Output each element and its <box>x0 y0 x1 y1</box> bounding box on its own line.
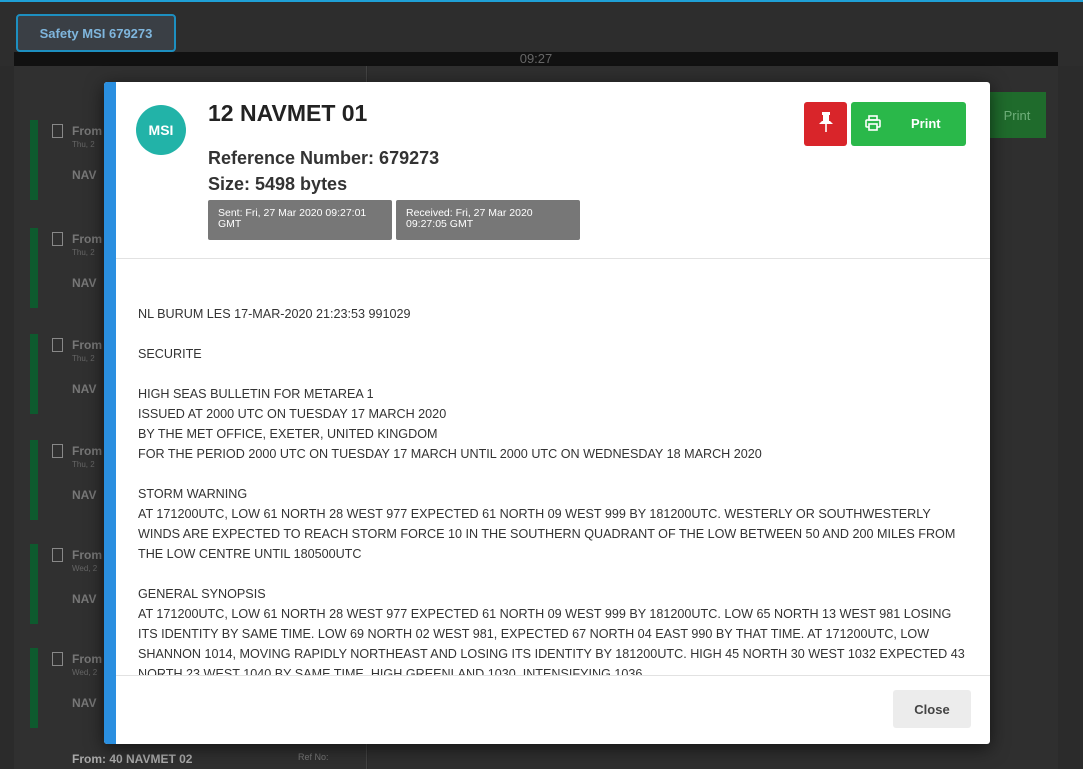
body-paragraph: GENERAL SYNOPSIS AT 171200UTC, LOW 61 NO… <box>138 587 965 676</box>
list-item-from: From <box>72 338 102 352</box>
status-bar <box>30 334 38 414</box>
msi-message-modal: MSI 12 NAVMET 01 Reference Number: 67927… <box>104 82 990 744</box>
list-item-title: NAV <box>72 276 97 290</box>
document-icon <box>52 444 63 458</box>
list-item-from: From <box>72 652 102 666</box>
received-timestamp-badge: Received: Fri, 27 Mar 2020 09:27:05 GMT <box>396 200 580 240</box>
pin-button[interactable] <box>804 102 847 146</box>
pin-icon <box>818 111 833 137</box>
message-body[interactable]: NL BURUM LES 17-MAR-2020 21:23:53 991029… <box>138 304 968 676</box>
list-item-title: NAV <box>72 488 97 502</box>
sent-timestamp-badge: Sent: Fri, 27 Mar 2020 09:27:01 GMT <box>208 200 392 240</box>
list-item-from: From <box>72 124 102 138</box>
status-bar <box>30 544 38 624</box>
list-item-date: Thu, 2 <box>72 248 95 257</box>
status-bar <box>30 648 38 728</box>
list-item-ref: Ref No: <box>298 752 329 762</box>
divider <box>116 675 990 676</box>
divider <box>116 258 990 259</box>
body-paragraph: STORM WARNING AT 171200UTC, LOW 61 NORTH… <box>138 487 956 561</box>
document-icon <box>52 548 63 562</box>
document-icon <box>52 232 63 246</box>
status-bar <box>30 440 38 520</box>
background-print-button[interactable]: Print <box>988 92 1046 138</box>
printer-icon <box>865 115 881 134</box>
list-item-from: From <box>72 444 102 458</box>
page-title: 12 NAVMET 01 <box>208 100 368 126</box>
list-item-title: NAV <box>72 382 97 396</box>
list-item-title: NAV <box>72 696 97 710</box>
list-item-title: NAV <box>72 168 97 182</box>
list-item-date: Thu, 2 <box>72 460 95 469</box>
list-item-date: Thu, 2 <box>72 354 95 363</box>
message-size: Size: 5498 bytes <box>208 174 348 194</box>
body-paragraph: NL BURUM LES 17-MAR-2020 21:23:53 991029 <box>138 307 411 321</box>
document-icon <box>52 124 63 138</box>
print-label: Print <box>911 116 941 131</box>
list-item-from[interactable]: From: 40 NAVMET 02 <box>72 752 192 766</box>
list-item-from: From <box>72 232 102 246</box>
list-item-title: NAV <box>72 592 97 606</box>
close-button[interactable]: Close <box>893 690 971 728</box>
modal-accent-bar <box>104 82 116 744</box>
document-icon <box>52 652 63 666</box>
list-item-from: From <box>72 548 102 562</box>
body-paragraph: SECURITE <box>138 347 202 361</box>
reference-number: Reference Number: 679273 <box>208 148 440 168</box>
body-paragraph: HIGH SEAS BULLETIN FOR METAREA 1 ISSUED … <box>138 387 762 461</box>
tab-safety-msi[interactable]: Safety MSI 679273 <box>16 14 176 52</box>
status-bar <box>30 120 38 200</box>
print-button[interactable]: Print <box>851 102 966 146</box>
time-strip: 09:27 <box>14 52 1058 66</box>
list-item-date: Wed, 2 <box>72 564 98 573</box>
list-item-date: Wed, 2 <box>72 668 98 677</box>
status-bar <box>30 228 38 308</box>
avatar: MSI <box>136 105 186 155</box>
list-item-date: Thu, 2 <box>72 140 95 149</box>
document-icon <box>52 338 63 352</box>
